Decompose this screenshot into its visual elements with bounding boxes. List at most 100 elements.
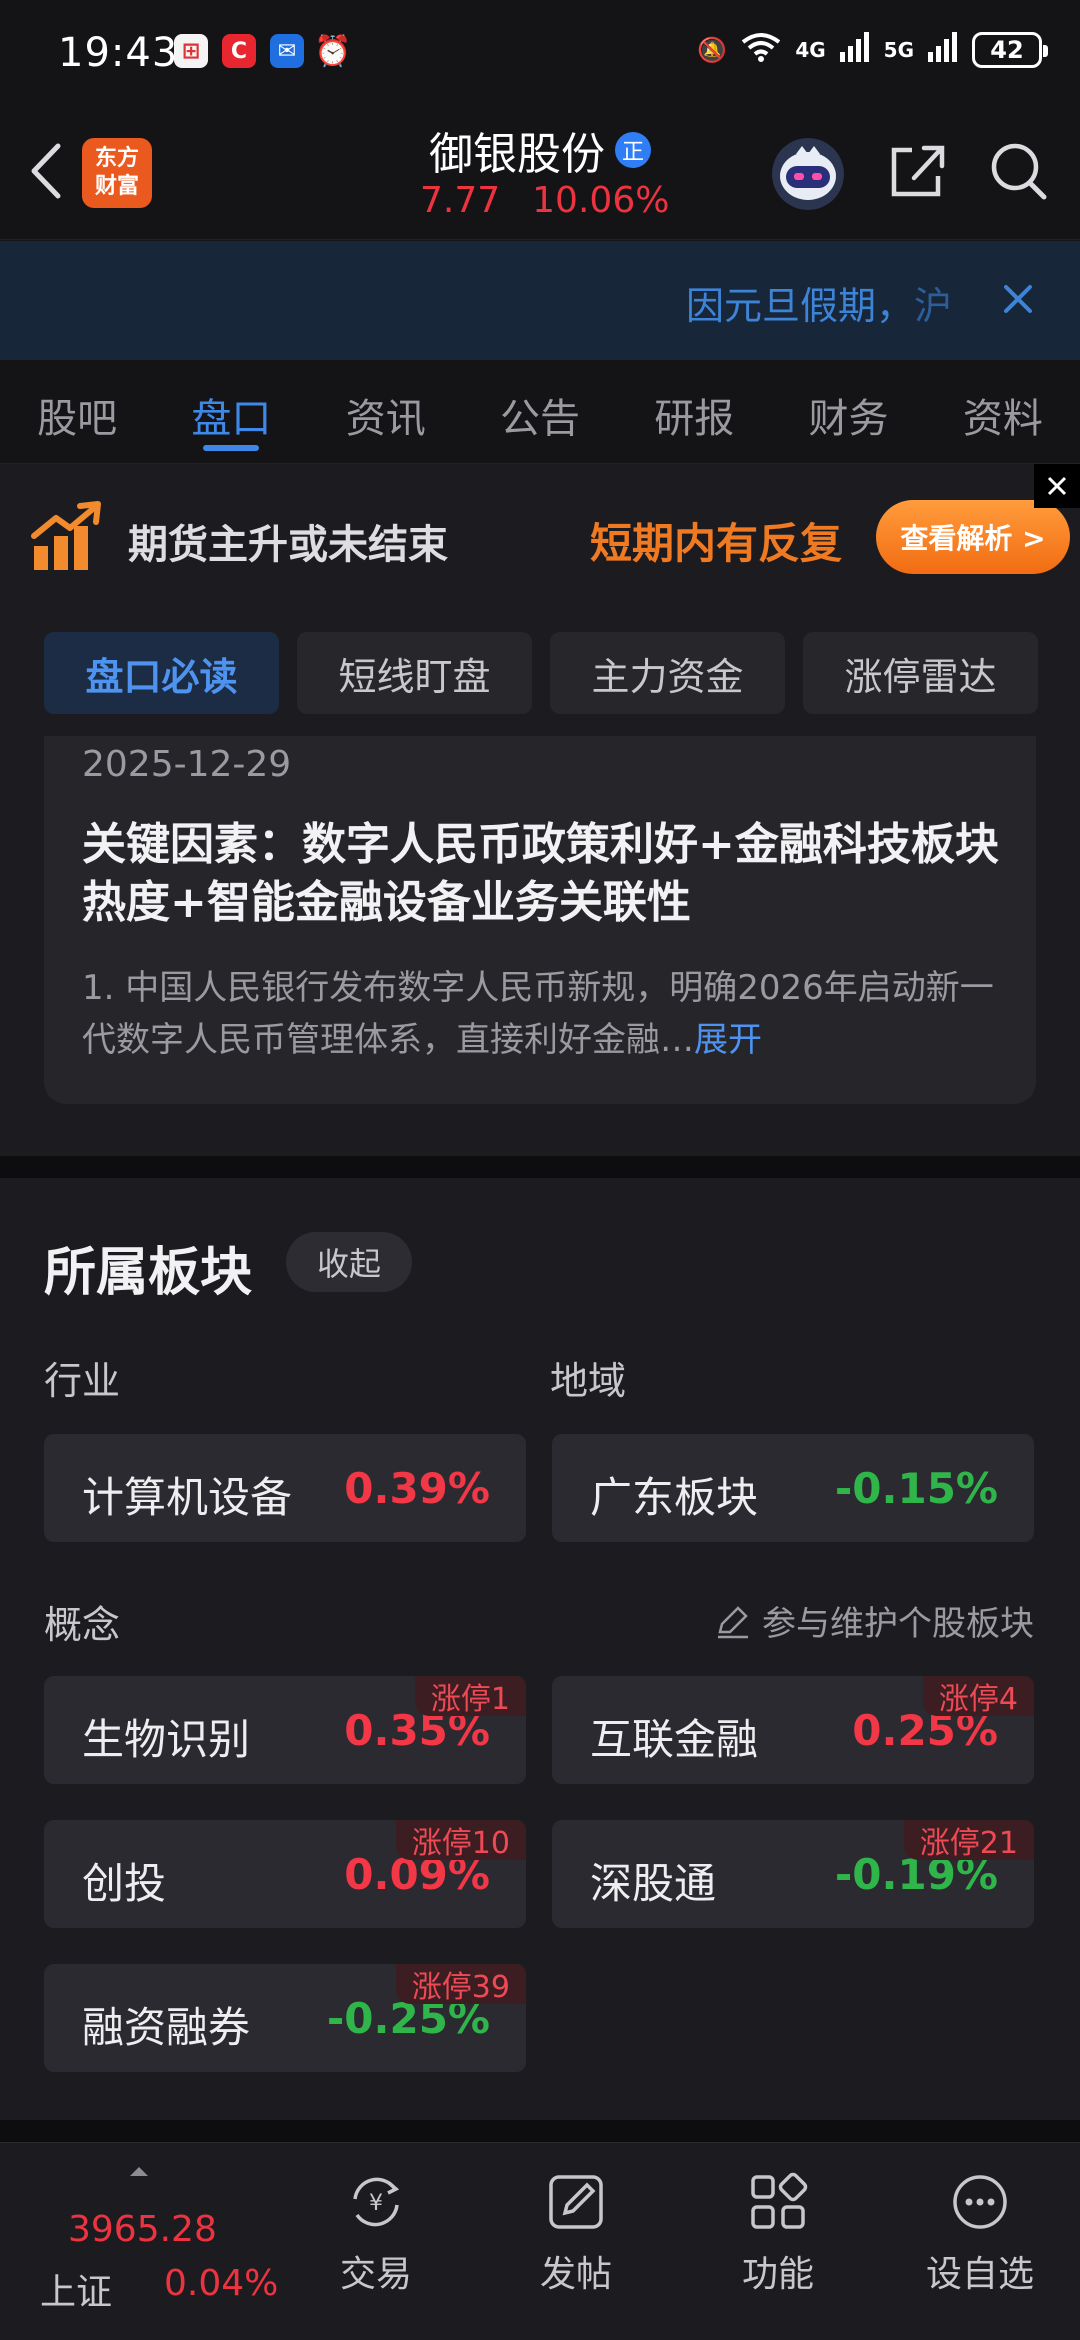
card-date: 2025-12-29 (82, 744, 292, 785)
sector-name: 互联金融 (590, 1715, 759, 1764)
compose-icon (549, 2175, 603, 2229)
nav-label: 功能 (741, 2254, 814, 2295)
sector-change: 0.39% (344, 1464, 490, 1513)
stock-quote: 7.77 10.06% (420, 180, 669, 221)
section-divider (0, 2120, 1080, 2142)
index-value: 3965.28 (68, 2209, 217, 2250)
region-sector-item[interactable]: 广东板块 -0.15% (552, 1434, 1034, 1542)
edit-icon (718, 1605, 748, 1638)
sub-tabs: 盘口必读 短线盯盘 主力资金 涨停雷达 (0, 610, 1080, 736)
concept-sector-item[interactable]: 生物识别 0.35% 涨停1 (44, 1676, 526, 1784)
ai-assistant-icon[interactable] (770, 136, 846, 212)
nav-label: 设自选 (925, 2254, 1034, 2295)
signal-icon (839, 32, 870, 68)
concept-sector-item[interactable]: 互联金融 0.25% 涨停4 (552, 1676, 1034, 1784)
nav-label: 发帖 (539, 2254, 612, 2295)
expand-link[interactable]: 展开 (694, 1020, 762, 1060)
maintain-text: 参与维护个股板块 (762, 1604, 1034, 1644)
sector-name: 计算机设备 (82, 1473, 293, 1522)
official-badge: 正 (615, 132, 651, 168)
subtab-must-read[interactable]: 盘口必读 (44, 632, 279, 714)
sector-name: 深股通 (590, 1859, 717, 1908)
limit-up-count-badge: 涨停39 (395, 1964, 526, 2005)
nav-post[interactable]: 发帖 (496, 2171, 656, 2321)
app-c-icon: C (222, 34, 256, 68)
holiday-notice-bar[interactable]: 因元旦假期，沪 (0, 241, 1080, 360)
status-time: 19:43 (58, 30, 179, 76)
grid-icon (751, 2172, 808, 2229)
svg-text:¥: ¥ (369, 2191, 383, 2216)
subtab-short-watch[interactable]: 短线盯盘 (297, 632, 532, 714)
nav-add-watchlist[interactable]: 设自选 (900, 2171, 1060, 2321)
industry-label: 行业 (44, 1359, 121, 1403)
close-icon[interactable] (998, 279, 1038, 319)
nav-trade[interactable]: ¥ 交易 (296, 2171, 456, 2321)
tab-guba[interactable]: 股吧 (0, 360, 154, 463)
sector-title: 所属板块 (44, 1243, 253, 1303)
key-factor-section: 2025-12-29 关键因素：数字人民币政策利好+金融科技板块热度+智能金融设… (0, 736, 1080, 1156)
banner-close-button[interactable] (1034, 464, 1080, 508)
banner-right-text: 短期内有反复 (590, 519, 843, 568)
network-5g-label: 5G (883, 38, 914, 62)
concept-sector-item[interactable]: 融资融券 -0.25% 涨停39 (44, 1964, 526, 2072)
index-change-pct: 0.04% (164, 2263, 279, 2304)
close-icon (1047, 476, 1067, 496)
tab-research[interactable]: 研报 (617, 360, 771, 463)
nav-functions[interactable]: 功能 (698, 2171, 858, 2321)
chart-up-icon (31, 501, 101, 570)
more-icon (953, 2175, 1007, 2229)
card-title: 关键因素：数字人民币政策利好+金融科技板块热度+智能金融设备业务关联性 (82, 819, 999, 928)
section-divider (0, 1156, 1080, 1178)
subtab-limit-radar[interactable]: 涨停雷达 (803, 632, 1038, 714)
sector-name: 融资融券 (82, 2003, 251, 2052)
caret-up-icon (130, 2167, 148, 2176)
concept-sector-item[interactable]: 深股通 -0.19% 涨停21 (552, 1820, 1034, 1928)
sector-name: 广东板块 (590, 1473, 759, 1522)
sector-change: -0.15% (834, 1464, 998, 1513)
index-ticker[interactable]: 3965.28 上证 0.04% (30, 2167, 280, 2313)
concept-label: 概念 (44, 1603, 121, 1647)
maintain-sectors-link[interactable]: 参与维护个股板块 (714, 1596, 1034, 1645)
status-right: 🔕 4G 5G 42 (697, 32, 1048, 68)
notice-text-main: 因元旦假期， (685, 284, 914, 328)
sector-name: 生物识别 (82, 1715, 251, 1764)
region-label: 地域 (550, 1359, 627, 1403)
share-icon[interactable] (884, 138, 950, 204)
index-name: 上证 (40, 2272, 113, 2313)
stock-name: 御银股份 (429, 129, 605, 180)
tab-news[interactable]: 资讯 (309, 360, 463, 463)
tab-pankou[interactable]: 盘口 (154, 360, 308, 463)
limit-up-count-badge: 涨停21 (903, 1820, 1034, 1861)
view-analysis-button[interactable]: 查看解析 > (876, 500, 1070, 574)
wifi-icon (741, 32, 781, 68)
concept-sector-item[interactable]: 创投 0.09% 涨停10 (44, 1820, 526, 1928)
stock-price: 7.77 (420, 180, 501, 221)
tab-announcements[interactable]: 公告 (463, 360, 617, 463)
card-body-text: 1. 中国人民银行发布数字人民币新规，明确2026年启动新一代数字人民币管理体系… (82, 968, 994, 1060)
tab-finance[interactable]: 财务 (771, 360, 925, 463)
stock-name-wrap: 御银股份 正 (429, 118, 651, 182)
alarm-icon: ⏰ (314, 33, 352, 69)
collapse-button[interactable]: 收起 (286, 1232, 412, 1292)
app-notification-icon: ⊞ (174, 34, 208, 68)
promo-banner[interactable]: 期货主升或未结束 短期内有反复 查看解析 > (0, 464, 1080, 610)
key-factor-card[interactable]: 2025-12-29 关键因素：数字人民币政策利好+金融科技板块热度+智能金融设… (44, 736, 1036, 1104)
app-message-icon: ✉ (270, 34, 304, 68)
bottom-nav: 3965.28 上证 0.04% ¥ 交易 发帖 功能 设自选 (0, 2142, 1080, 2340)
stock-change-pct: 10.06% (532, 180, 670, 221)
limit-up-count-badge: 涨停10 (395, 1820, 526, 1861)
card-body: 1. 中国人民银行发布数字人民币新规，明确2026年启动新一代数字人民币管理体系… (82, 962, 1022, 1066)
notice-text: 因元旦假期，沪 (686, 275, 952, 330)
limit-up-count-badge: 涨停4 (922, 1676, 1034, 1717)
main-tabs: 股吧 盘口 资讯 公告 研报 财务 资料 (0, 360, 1080, 464)
mute-icon: 🔕 (697, 36, 728, 64)
search-icon[interactable] (986, 138, 1052, 204)
subtab-main-funds[interactable]: 主力资金 (550, 632, 785, 714)
signal-icon-2 (928, 32, 958, 68)
sector-name: 创投 (82, 1859, 167, 1908)
network-4g-label: 4G (795, 38, 826, 62)
industry-sector-item[interactable]: 计算机设备 0.39% (44, 1434, 526, 1542)
notice-text-fade: 沪 (913, 284, 952, 328)
tab-profile[interactable]: 资料 (926, 360, 1080, 463)
nav-label: 交易 (339, 2254, 412, 2295)
